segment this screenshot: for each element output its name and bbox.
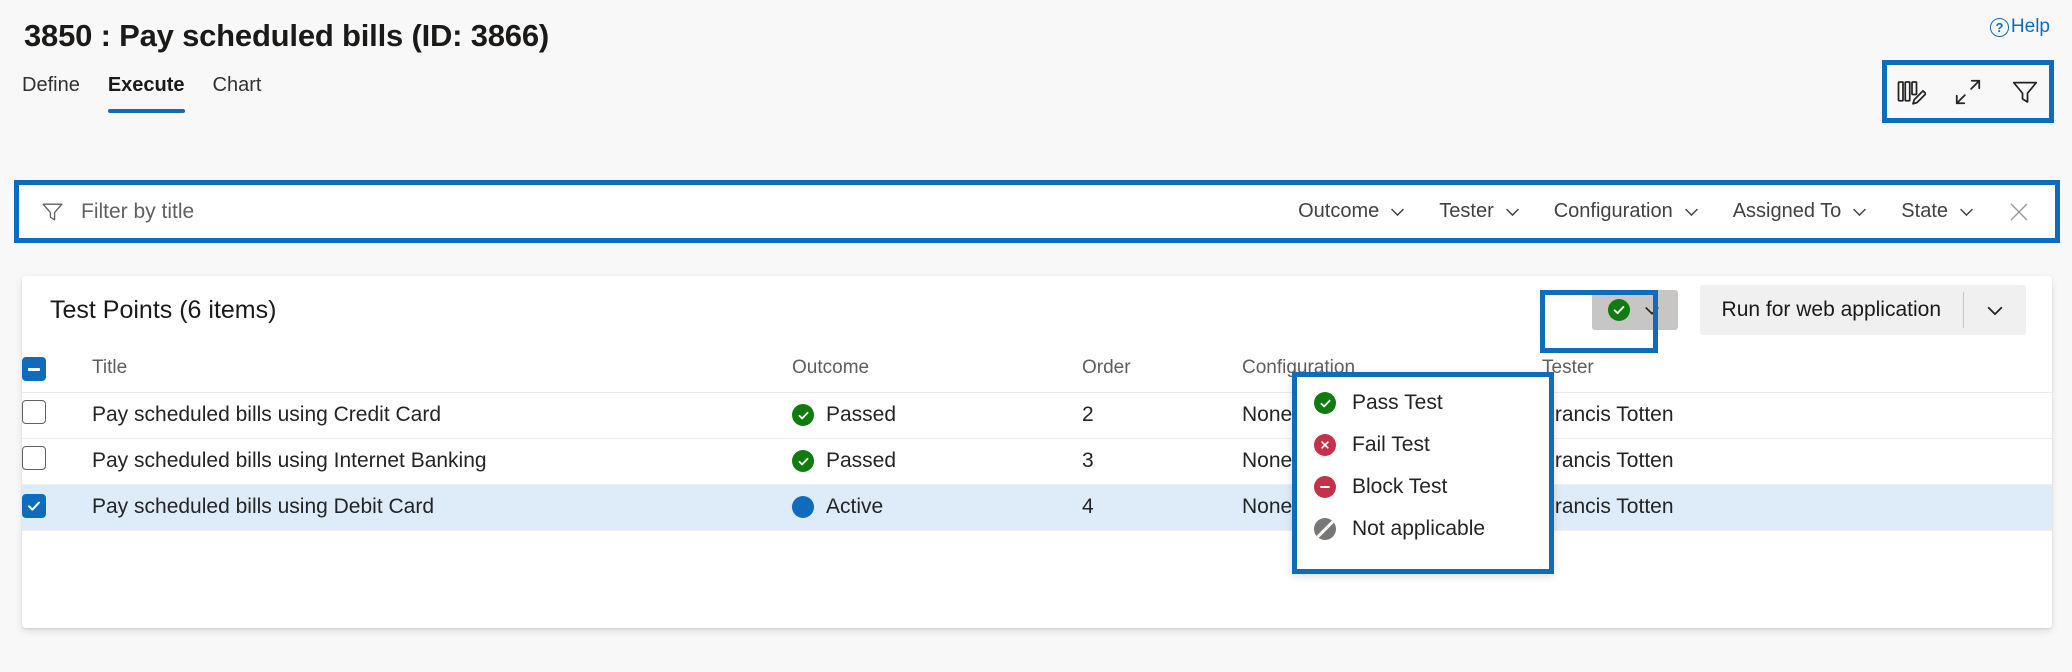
row-outcome-label: Passed	[826, 449, 896, 473]
table-header: Title Outcome Order Configuration Tester	[22, 344, 2052, 392]
table-body: Pay scheduled bills using Credit Card Pa…	[22, 392, 2052, 530]
select-all-checkbox[interactable]	[22, 357, 46, 381]
row-tester: Francis Totten	[1542, 484, 2052, 530]
row-title: Pay scheduled bills using Debit Card	[92, 484, 792, 530]
menu-item-fail-test[interactable]: Fail Test	[1292, 424, 1554, 466]
chevron-down-icon	[1503, 202, 1522, 221]
circle-blue-icon	[792, 496, 814, 518]
chevron-down-icon	[1682, 202, 1701, 221]
filter-pill-group: Outcome Tester Configuration Assigned To…	[1282, 190, 2060, 233]
row-order: 3	[1082, 438, 1242, 484]
row-order: 2	[1082, 392, 1242, 438]
filter-outcome[interactable]: Outcome	[1282, 190, 1423, 233]
row-tester: Francis Totten	[1542, 438, 2052, 484]
run-button-caret[interactable]	[1964, 285, 2026, 335]
test-points-card: Test Points (6 items) Run for web applic…	[22, 276, 2052, 628]
check-circle-green-icon	[792, 450, 814, 472]
table-header-row: Title Outcome Order Configuration Tester	[22, 344, 2052, 392]
filter-state-label: State	[1901, 200, 1948, 223]
page-title: 3850 : Pay scheduled bills (ID: 3866)	[24, 18, 549, 54]
clear-filters-button[interactable]	[1992, 191, 2052, 233]
funnel-icon	[2010, 77, 2040, 107]
close-icon	[2006, 199, 2032, 225]
row-checkbox-cell	[22, 392, 92, 438]
test-points-table: Title Outcome Order Configuration Tester…	[22, 344, 2052, 531]
question-circle-icon: ?	[1990, 18, 2009, 37]
funnel-icon	[40, 199, 65, 224]
grid-toolbar	[1882, 60, 2054, 123]
row-outcome-label: Passed	[826, 403, 896, 427]
row-outcome-cell: Passed	[792, 438, 1082, 484]
minus-circle-red-icon	[1314, 476, 1336, 498]
slash-circle-gray-icon	[1314, 518, 1336, 540]
table-row[interactable]: Pay scheduled bills using Internet Banki…	[22, 438, 2052, 484]
row-title: Pay scheduled bills using Credit Card	[92, 392, 792, 438]
check-circle-green-icon	[792, 404, 814, 426]
select-all-cell	[22, 344, 92, 392]
columns-edit-icon	[1896, 77, 1926, 107]
row-outcome-label: Active	[826, 495, 883, 519]
chevron-down-icon	[1957, 202, 1976, 221]
filter-tester-label: Tester	[1439, 200, 1493, 223]
row-checkbox[interactable]	[22, 446, 46, 470]
filter-configuration-label: Configuration	[1554, 200, 1673, 223]
filter-configuration[interactable]: Configuration	[1538, 190, 1717, 233]
row-checkbox[interactable]	[22, 400, 46, 424]
filter-state[interactable]: State	[1885, 190, 1992, 233]
chevron-down-icon	[1850, 202, 1869, 221]
tab-execute[interactable]: Execute	[108, 74, 185, 113]
row-tester: Francis Totten	[1542, 392, 2052, 438]
column-header-tester[interactable]: Tester	[1542, 344, 2052, 392]
row-outcome-cell: Passed	[792, 392, 1082, 438]
fullscreen-button[interactable]	[1945, 71, 1991, 113]
help-label: Help	[2011, 16, 2050, 38]
filter-tester[interactable]: Tester	[1423, 190, 1537, 233]
tab-bar: Define Execute Chart	[22, 74, 261, 113]
row-checkbox-cell	[22, 438, 92, 484]
row-order: 4	[1082, 484, 1242, 530]
run-button-label: Run for web application	[1700, 285, 1963, 335]
column-options-button[interactable]	[1888, 71, 1934, 113]
row-checkbox[interactable]	[22, 494, 46, 518]
set-outcome-button[interactable]	[1592, 290, 1678, 330]
menu-item-block-test[interactable]: Block Test	[1292, 466, 1554, 508]
test-points-title: Test Points (6 items)	[50, 296, 276, 325]
row-checkbox-cell	[22, 484, 92, 530]
menu-item-label: Block Test	[1352, 475, 1447, 499]
column-header-order[interactable]: Order	[1082, 344, 1242, 392]
chevron-down-icon	[1388, 202, 1407, 221]
tab-define[interactable]: Define	[22, 74, 80, 113]
menu-item-not-applicable[interactable]: Not applicable	[1292, 508, 1554, 550]
column-header-title[interactable]: Title	[92, 344, 792, 392]
filter-input-wrap[interactable]	[14, 180, 1282, 243]
x-circle-red-icon	[1314, 434, 1336, 456]
table-row[interactable]: Pay scheduled bills using Credit Card Pa…	[22, 392, 2052, 438]
chevron-down-icon	[1642, 300, 1662, 320]
outcome-dropdown-menu: Pass Test Fail Test Block Test Not appli…	[1292, 372, 1554, 574]
check-circle-green-icon	[1314, 392, 1336, 414]
help-link[interactable]: ? Help	[1990, 16, 2050, 38]
expand-diagonal-icon	[1953, 77, 1983, 107]
run-for-web-application-button[interactable]: Run for web application	[1700, 285, 2026, 335]
menu-item-pass-test[interactable]: Pass Test	[1292, 382, 1554, 424]
filter-assigned-to[interactable]: Assigned To	[1717, 190, 1886, 233]
menu-item-label: Fail Test	[1352, 433, 1430, 457]
table-row[interactable]: Pay scheduled bills using Debit Card Act…	[22, 484, 2052, 530]
tab-chart[interactable]: Chart	[213, 74, 262, 113]
filter-toggle-button[interactable]	[2002, 71, 2048, 113]
filter-assigned-to-label: Assigned To	[1733, 200, 1842, 223]
check-circle-green-icon	[1608, 299, 1630, 321]
column-header-outcome[interactable]: Outcome	[792, 344, 1082, 392]
chevron-down-icon	[1984, 299, 2006, 321]
test-points-header: Test Points (6 items) Run for web applic…	[22, 276, 2052, 344]
row-outcome-cell: Active	[792, 484, 1082, 530]
row-title: Pay scheduled bills using Internet Banki…	[92, 438, 792, 484]
outcome-menu-list: Pass Test Fail Test Block Test Not appli…	[1292, 372, 1554, 550]
test-points-actions: Run for web application	[1592, 285, 2026, 335]
filter-bar: Outcome Tester Configuration Assigned To…	[14, 180, 2060, 243]
filter-by-title-input[interactable]	[79, 199, 679, 225]
menu-item-label: Pass Test	[1352, 391, 1443, 415]
menu-item-label: Not applicable	[1352, 517, 1485, 541]
filter-outcome-label: Outcome	[1298, 200, 1379, 223]
